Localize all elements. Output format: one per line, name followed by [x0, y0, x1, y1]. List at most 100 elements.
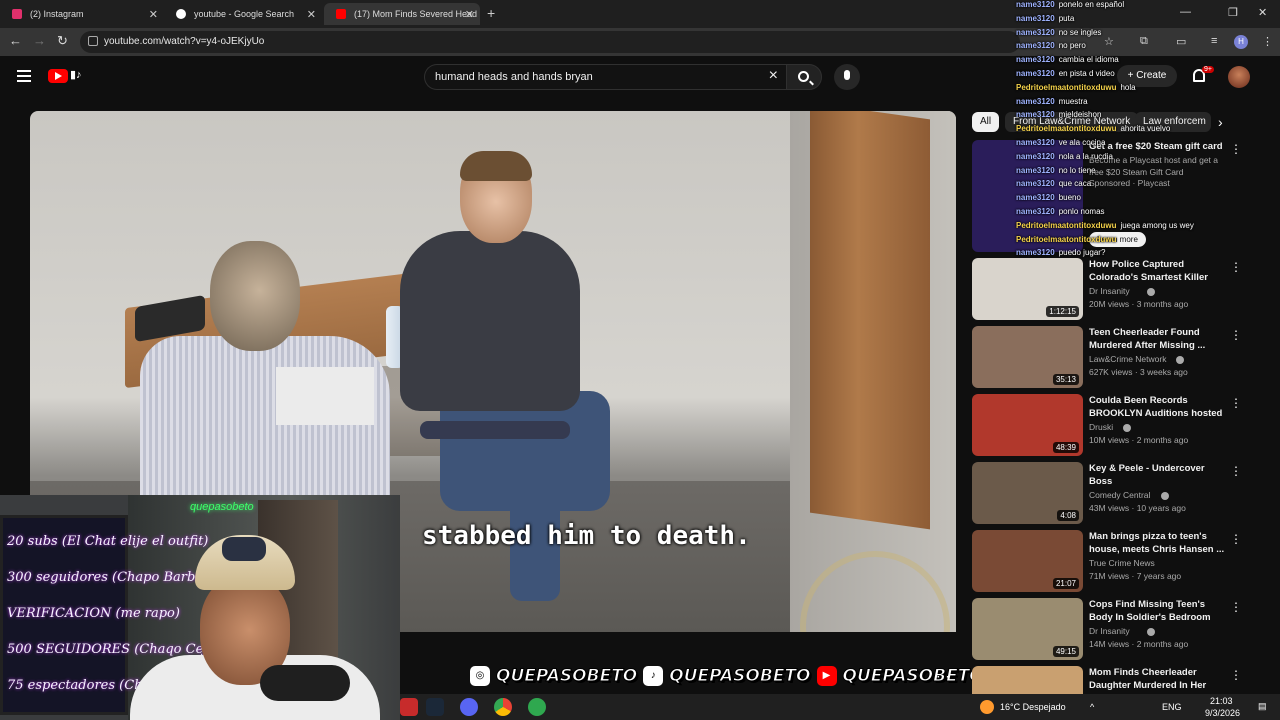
tab-instagram[interactable]: (2) Instagram ✕ — [0, 3, 164, 25]
weather-text[interactable]: 16°C Despejado — [1000, 702, 1066, 712]
chat-text: puta — [1058, 13, 1075, 23]
chevron-right-icon[interactable]: › — [1218, 114, 1223, 130]
chat-text: ve ala cocina — [1058, 137, 1106, 147]
account-avatar[interactable] — [1228, 66, 1250, 88]
video-duration: 21:07 — [1052, 578, 1079, 589]
person-head — [210, 241, 300, 351]
search-input[interactable]: humand heads and hands bryan — [435, 71, 593, 83]
instagram-handle: QUEPASOBETO — [495, 666, 638, 687]
close-icon[interactable]: ✕ — [307, 8, 316, 21]
more-options-icon[interactable]: ⋮ — [1230, 464, 1242, 478]
chat-text: que caca — [1058, 179, 1092, 189]
youtube-logo[interactable] — [48, 69, 68, 83]
video-chair — [420, 421, 570, 439]
verified-badge-icon — [1146, 628, 1155, 636]
video-card[interactable]: 1:12:15 How Police Captured Colorado's Sm… — [972, 258, 1262, 320]
channel-name[interactable]: Comedy Central — [1089, 490, 1150, 500]
video-thumbnail[interactable]: 4:08 — [972, 462, 1083, 524]
video-thumbnail[interactable]: 35:13 — [972, 326, 1083, 388]
video-duration: 49:15 — [1052, 646, 1079, 657]
video-meta: 627K views · 3 weeks ago — [1089, 367, 1188, 377]
chat-message: Pedritoelmaatontitoxduwu — [1016, 235, 1216, 249]
chat-message: name3120 cambia el idioma — [1016, 55, 1216, 69]
video-thumbnail[interactable]: 48:39 — [972, 394, 1083, 456]
more-options-icon[interactable]: ⋮ — [1230, 396, 1242, 410]
clock-date[interactable]: 9/3/2026 — [1205, 708, 1240, 718]
video-title[interactable]: Cops Find Missing Teen's Body In Soldier… — [1089, 598, 1229, 624]
site-info-icon[interactable] — [88, 36, 98, 46]
windows-taskbar: 16°C Despejado ^ ENG 21:03 9/3/2026 ▤ — [400, 694, 1280, 720]
voice-search-button[interactable] — [834, 64, 860, 90]
video-title[interactable]: Key & Peele - Undercover Boss — [1089, 462, 1229, 488]
channel-name[interactable]: Druski — [1089, 422, 1113, 432]
language-indicator[interactable]: ENG — [1162, 702, 1182, 712]
video-thumbnail[interactable]: 49:15 — [972, 598, 1083, 660]
chat-text: nola a la rucdia — [1058, 151, 1113, 161]
app-icon-red[interactable] — [400, 698, 418, 716]
instagram-icon — [12, 9, 22, 19]
video-title[interactable]: Teen Cheerleader Found Murdered After Mi… — [1089, 326, 1229, 352]
clear-search-icon[interactable]: × — [769, 67, 778, 85]
chrome-menu-icon[interactable]: ⋮ — [1262, 35, 1273, 48]
more-options-icon[interactable]: ⋮ — [1230, 328, 1242, 342]
steam-icon[interactable] — [426, 698, 444, 716]
chat-text: en pista d video — [1058, 68, 1115, 78]
channel-name[interactable]: Dr Insanity — [1089, 286, 1130, 296]
address-bar[interactable]: youtube.com/watch?v=y4-oJEKjyUo — [80, 31, 1020, 53]
restore-icon[interactable]: ❐ — [1228, 6, 1238, 19]
search-button[interactable] — [786, 64, 822, 90]
chat-message: Pedritoelmaatontitoxduwu hola — [1016, 83, 1216, 97]
video-card[interactable]: 48:39 Coulda Been Records BROOKLYN Auditi… — [972, 394, 1262, 456]
more-options-icon[interactable]: ⋮ — [1230, 600, 1242, 614]
video-card[interactable]: 35:13 Teen Cheerleader Found Murdered Aft… — [972, 326, 1262, 388]
chat-message: name3120 muestra — [1016, 97, 1216, 111]
more-options-icon[interactable]: ⋮ — [1230, 142, 1242, 156]
chat-username: Pedritoelmaatontitoxduwu — [1016, 82, 1117, 92]
more-options-icon[interactable]: ⋮ — [1230, 260, 1242, 274]
video-meta: 14M views · 2 months ago — [1089, 639, 1189, 649]
more-actions-icon[interactable]: ⋯ — [936, 668, 950, 685]
discord-icon[interactable] — [460, 698, 478, 716]
tab-youtube-video[interactable]: (17) Mom Finds Severed Head ✕ — [324, 3, 480, 25]
reload-icon[interactable]: ↻ — [57, 33, 68, 49]
chat-username: name3120 — [1016, 13, 1055, 23]
search-box[interactable]: humand heads and hands bryan × — [424, 64, 786, 90]
clock-time[interactable]: 21:03 — [1210, 696, 1233, 706]
video-thumbnail[interactable]: 21:07 — [972, 530, 1083, 592]
channel-name[interactable]: Law&Crime Network — [1089, 354, 1166, 364]
tray-chevron-icon[interactable]: ^ — [1090, 702, 1094, 712]
search-icon — [798, 71, 809, 82]
video-title[interactable]: Mom Finds Cheerleader Daughter Murdered … — [1089, 666, 1229, 692]
close-icon[interactable]: ✕ — [149, 8, 158, 21]
video-thumbnail[interactable]: 1:12:15 — [972, 258, 1083, 320]
chat-text: cambia el idioma — [1058, 55, 1119, 65]
new-tab-button[interactable]: + — [487, 5, 495, 21]
close-window-icon[interactable]: ✕ — [1258, 6, 1267, 19]
forward-icon[interactable]: → — [33, 33, 46, 48]
video-meta: 71M views · 7 years ago — [1089, 571, 1182, 581]
video-title[interactable]: Man brings pizza to teen's house, meets … — [1089, 530, 1229, 556]
profile-avatar[interactable]: H — [1234, 35, 1248, 49]
verified-badge-icon — [1175, 356, 1184, 364]
back-icon[interactable]: ← — [9, 33, 22, 48]
chip-all[interactable]: All — [972, 112, 1000, 132]
video-card[interactable]: 49:15 Cops Find Missing Teen's Body In So… — [972, 598, 1262, 660]
chat-message: name3120 ponelo en español — [1016, 0, 1216, 14]
chat-text: juega among us wey — [1120, 220, 1194, 230]
chat-text: bueno — [1058, 193, 1081, 203]
video-card[interactable]: 4:08 Key & Peele - Undercover Boss Comedy … — [972, 462, 1262, 524]
streamer-tag: quepasobeto — [190, 501, 254, 513]
tab-google-search[interactable]: youtube - Google Search ✕ — [164, 3, 322, 25]
chat-message: name3120 bueno — [1016, 193, 1216, 207]
xbox-icon[interactable] — [528, 698, 546, 716]
video-card[interactable]: 21:07 Man brings pizza to teen's house, m… — [972, 530, 1262, 592]
channel-name[interactable]: True Crime News — [1089, 558, 1155, 568]
chrome-icon[interactable] — [494, 698, 512, 716]
close-icon[interactable]: ✕ — [465, 8, 474, 21]
menu-icon[interactable] — [17, 70, 31, 82]
more-options-icon[interactable]: ⋮ — [1230, 532, 1242, 546]
more-options-icon[interactable]: ⋮ — [1230, 668, 1242, 682]
video-title[interactable]: Coulda Been Records BROOKLYN Auditions h… — [1089, 394, 1229, 420]
notification-center-icon[interactable]: ▤ — [1258, 701, 1267, 712]
channel-name[interactable]: Dr Insanity — [1089, 626, 1130, 636]
